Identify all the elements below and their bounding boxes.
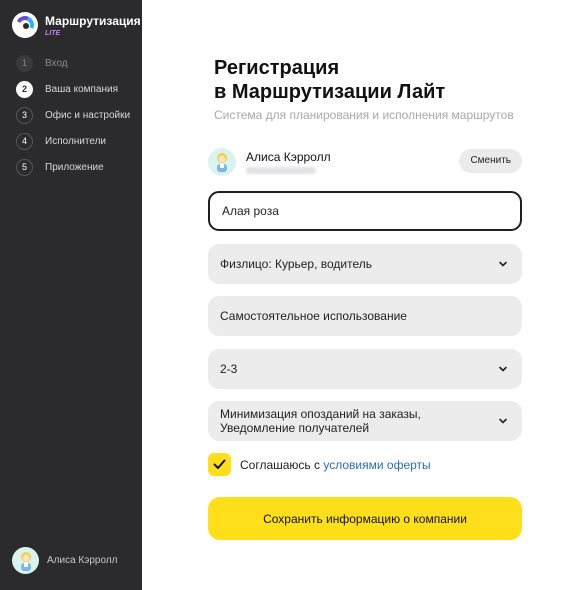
step-number: 3	[16, 106, 33, 124]
sidebar-user-name: Алиса Кэрролл	[47, 555, 118, 566]
agreement-label: Соглашаюсь с	[240, 457, 324, 472]
avatar-icon	[12, 547, 39, 574]
step-number: 2	[16, 80, 33, 98]
legal-type-value: Физлицо: Курьер, водитель	[220, 257, 373, 271]
offer-terms-link[interactable]: условиями оферты	[323, 458, 430, 472]
main-content: Регистрация в Маршрутизации Лайт Система…	[142, 0, 583, 590]
team-size-value: 2-3	[220, 362, 238, 376]
usage-value: Самостоятельное использование	[220, 309, 407, 323]
goals-line2: Уведомление получателей	[220, 421, 370, 435]
avatar-icon	[208, 148, 236, 176]
chevron-down-icon	[499, 261, 507, 267]
agreement-checkbox[interactable]	[208, 453, 231, 476]
goals-value: Минимизация опозданий на заказы, Уведомл…	[220, 407, 421, 435]
step-login[interactable]: 1 Вход	[16, 50, 130, 76]
page-title-line1: Регистрация	[214, 57, 340, 79]
account-name: Алиса Кэрролл	[246, 150, 331, 164]
brand[interactable]: Маршрутизация LITE	[12, 12, 141, 38]
step-number: 5	[16, 158, 33, 176]
app-logo-icon	[12, 12, 38, 38]
save-company-button[interactable]: Сохранить информацию о компании	[208, 497, 522, 540]
account-email-redacted	[246, 167, 316, 174]
chevron-down-icon	[499, 366, 507, 372]
step-label: Вход	[45, 57, 68, 69]
company-name-input[interactable]	[208, 191, 522, 231]
account-row: Алиса Кэрролл Сменить	[208, 148, 522, 178]
step-label: Офис и настройки	[45, 109, 131, 121]
agreement-text: Соглашаюсь с условиями оферты	[240, 458, 431, 472]
step-label: Исполнители	[45, 135, 107, 147]
step-couriers[interactable]: 4 Исполнители	[16, 128, 130, 154]
step-app[interactable]: 5 Приложение	[16, 154, 130, 180]
goals-line1: Минимизация опозданий на заказы,	[220, 407, 421, 421]
page-title-line2: в Маршрутизации Лайт	[214, 81, 446, 103]
step-label: Приложение	[45, 161, 104, 173]
app-title: Маршрутизация	[45, 14, 141, 28]
agreement-row: Соглашаюсь с условиями оферты	[208, 453, 431, 476]
steps-nav: 1 Вход 2 Ваша компания 3 Офис и настройк…	[16, 50, 130, 180]
checkmark-icon	[213, 459, 226, 469]
page-subtitle: Система для планирования и исполнения ма…	[214, 108, 514, 122]
step-company[interactable]: 2 Ваша компания	[16, 76, 130, 102]
step-office-settings[interactable]: 3 Офис и настройки	[16, 102, 130, 128]
step-number: 1	[16, 54, 33, 72]
step-number: 4	[16, 132, 33, 150]
app-edition: LITE	[45, 30, 61, 37]
page-title: Регистрация в Маршрутизации Лайт	[214, 56, 445, 104]
team-size-select[interactable]: 2-3	[208, 349, 522, 389]
usage-field[interactable]: Самостоятельное использование	[208, 296, 522, 336]
step-label: Ваша компания	[45, 83, 119, 95]
legal-type-select[interactable]: Физлицо: Курьер, водитель	[208, 244, 522, 284]
chevron-down-icon	[499, 418, 507, 424]
sidebar: Маршрутизация LITE 1 Вход 2 Ваша компани…	[0, 0, 142, 590]
sidebar-user[interactable]: Алиса Кэрролл	[12, 547, 118, 574]
change-account-button[interactable]: Сменить	[459, 149, 522, 173]
goals-select[interactable]: Минимизация опозданий на заказы, Уведомл…	[208, 401, 522, 441]
